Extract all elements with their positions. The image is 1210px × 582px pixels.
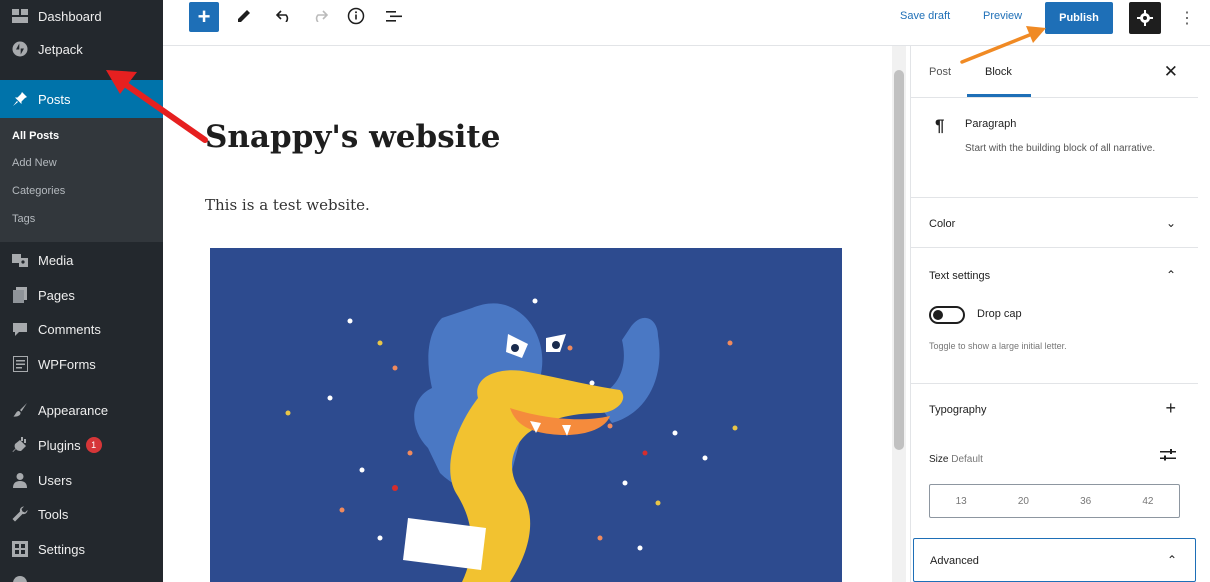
annotation-arrows	[106, 26, 1046, 143]
wordpress-block-editor: Dashboard Jetpack Posts All Posts Add Ne…	[0, 0, 1210, 582]
orange-arrow	[960, 26, 1046, 64]
red-arrow	[106, 70, 208, 143]
